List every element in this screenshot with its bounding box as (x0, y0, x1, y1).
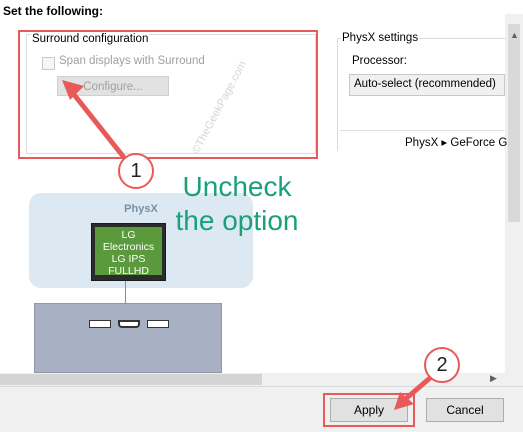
step-1-badge: 1 (118, 153, 154, 189)
step-2-badge: 2 (424, 347, 460, 383)
instruction-text: Uncheck the option (175, 171, 299, 236)
arrow-1-head (62, 80, 84, 100)
arrow-1-shaft (69, 89, 129, 163)
